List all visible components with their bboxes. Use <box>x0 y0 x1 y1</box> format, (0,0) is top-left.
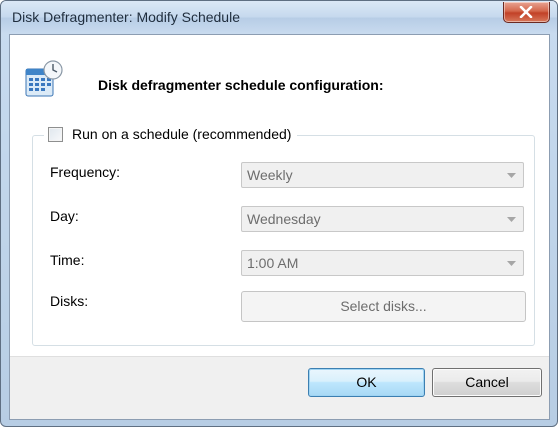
frequency-dropdown[interactable]: Weekly <box>241 162 524 188</box>
chevron-down-icon <box>507 173 516 178</box>
time-value: 1:00 AM <box>247 255 299 271</box>
cancel-button[interactable]: Cancel <box>432 368 542 397</box>
frequency-value: Weekly <box>247 167 293 183</box>
close-icon <box>519 6 533 18</box>
disks-label: Disks: <box>50 293 89 309</box>
day-value: Wednesday <box>247 211 321 227</box>
frequency-label: Frequency: <box>50 164 121 180</box>
header-title: Disk defragmenter schedule configuration… <box>98 77 384 93</box>
time-label: Time: <box>50 252 85 268</box>
calendar-clock-icon <box>24 60 64 100</box>
dialog-content: Disk defragmenter schedule configuration… <box>9 34 550 420</box>
day-label: Day: <box>50 208 79 224</box>
ok-button[interactable]: OK <box>308 368 425 397</box>
chevron-down-icon <box>507 261 516 266</box>
chevron-down-icon <box>507 217 516 222</box>
run-on-schedule-row[interactable]: Run on a schedule (recommended) <box>44 123 298 145</box>
window-title: Disk Defragmenter: Modify Schedule <box>12 9 240 25</box>
run-on-schedule-checkbox[interactable] <box>48 126 63 142</box>
time-dropdown[interactable]: 1:00 AM <box>241 250 524 276</box>
dialog-window: Disk Defragmenter: Modify Schedule Disk … <box>0 0 558 427</box>
day-dropdown[interactable]: Wednesday <box>241 206 524 232</box>
close-button[interactable] <box>503 2 550 23</box>
run-on-schedule-label[interactable]: Run on a schedule (recommended) <box>72 126 291 142</box>
button-bar: OK Cancel <box>10 356 549 419</box>
title-bar[interactable]: Disk Defragmenter: Modify Schedule <box>1 1 557 34</box>
select-disks-button[interactable]: Select disks... <box>241 291 526 322</box>
